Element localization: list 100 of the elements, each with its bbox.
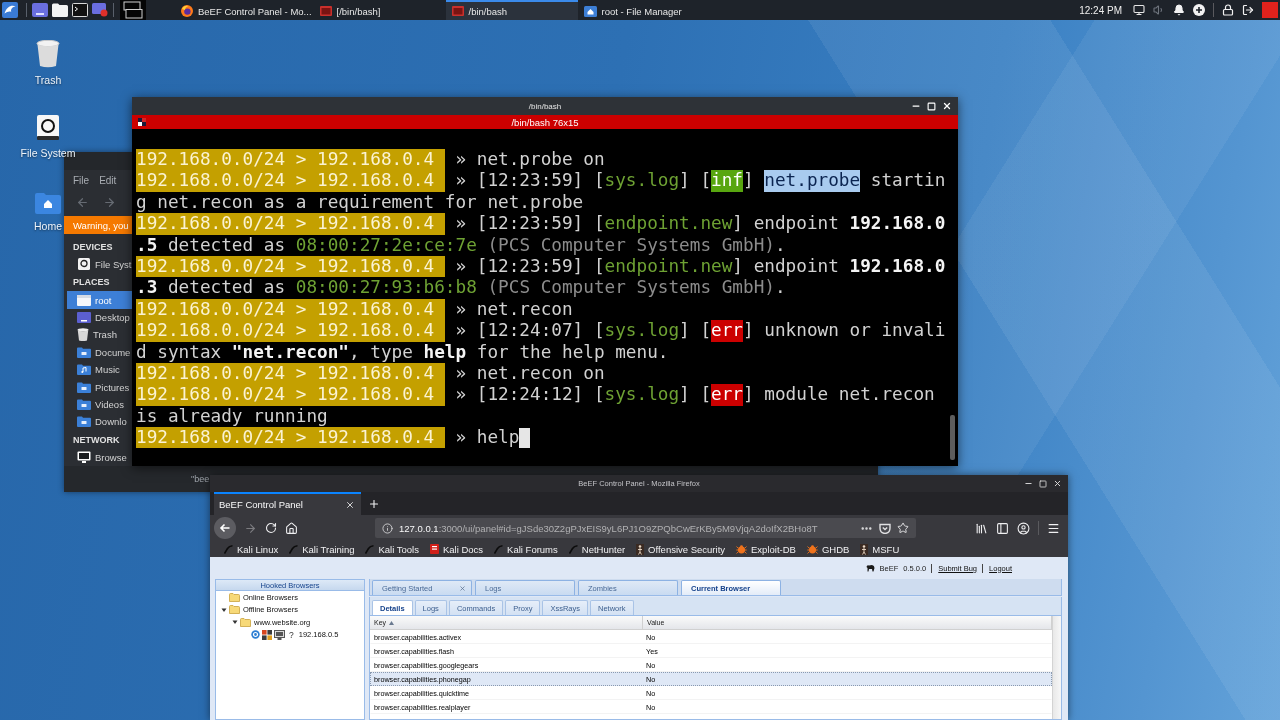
hardware-text: ? [288, 629, 295, 640]
expand-arrow-icon[interactable] [231, 619, 238, 626]
bookmark[interactable]: GHDB [806, 543, 850, 555]
plus-circle-icon[interactable] [1193, 4, 1205, 16]
section-header: PLACES [72, 276, 111, 290]
taskbar-button[interactable]: /bin/bash [445, 0, 578, 20]
sidebar-icon[interactable] [996, 521, 1009, 535]
sidebar-item[interactable]: Pictures [67, 378, 132, 396]
folder-icon [77, 346, 91, 358]
clock: 12:24 PM [1079, 4, 1122, 16]
bell-icon[interactable] [1173, 4, 1185, 16]
maximize-icon[interactable] [1039, 479, 1047, 488]
terminal-text: ] [743, 170, 755, 192]
trash-icon [77, 328, 89, 342]
drive-icon [77, 258, 91, 272]
library-icon[interactable] [975, 521, 988, 535]
screen-record-icon[interactable] [92, 3, 108, 17]
terminal-tab[interactable]: /bin/bash 76x15 [132, 115, 958, 129]
sidebar-item[interactable]: root [67, 291, 132, 309]
firefox-icon [181, 5, 193, 17]
shield-chevron-icon[interactable] [879, 522, 891, 534]
monitor-icon [274, 629, 285, 640]
bookmark[interactable]: Kali Training [289, 543, 355, 555]
folder-icon [240, 617, 251, 627]
desktop-icon-label[interactable]: Trash [34, 74, 62, 86]
shell-prompt: 192.168.0.0/24 > 192.168.0.4 [136, 255, 445, 278]
taskbar-button[interactable]: [/bin/bash] [313, 0, 446, 20]
checkered-icon [138, 118, 146, 126]
account-icon[interactable] [1017, 521, 1030, 535]
window-icon [451, 6, 464, 16]
bookmark[interactable]: Kali Docs [430, 543, 484, 555]
drive-icon[interactable] [36, 115, 60, 141]
close-icon[interactable] [345, 499, 355, 510]
bookmark[interactable]: Exploit-DB [736, 543, 796, 555]
sidebar-item[interactable]: Music [67, 360, 132, 379]
sidebar-item[interactable]: Browse [67, 448, 132, 466]
menu-item[interactable]: File [73, 174, 90, 186]
bookmark[interactable]: Kali Tools [365, 543, 419, 555]
trash-icon[interactable] [36, 40, 60, 68]
menu-icon[interactable] [1047, 521, 1060, 535]
taskbar-button[interactable]: root - File Manager [577, 0, 710, 20]
home-folder-icon[interactable] [35, 192, 61, 214]
log-level-badge: err [711, 384, 743, 406]
taskbar-button[interactable]: BeEF Control Panel - Mo... [175, 0, 314, 20]
folder-icon[interactable] [52, 3, 68, 17]
monitor-icon [77, 451, 91, 464]
bookmark[interactable]: NetHunter [568, 543, 626, 555]
sidebar-item[interactable]: Desktop [67, 308, 132, 327]
terminal-text: startin [869, 170, 946, 192]
reload-icon[interactable] [265, 522, 277, 534]
ring-icon [251, 630, 260, 640]
terminal-text: ] unknown or invali [743, 320, 946, 342]
browser-tab[interactable]: BeEF Control Panel [214, 492, 361, 515]
lock-icon[interactable] [1222, 4, 1234, 16]
sidebar-item[interactable]: Docume [67, 343, 132, 361]
expand-arrow-icon[interactable] [220, 606, 227, 613]
bookmark[interactable]: Kali Linux [224, 543, 279, 555]
log-level-badge: err [711, 320, 743, 342]
bookmark[interactable]: Kali Forums [494, 543, 558, 555]
section-header: DEVICES [72, 241, 114, 254]
terminal-icon[interactable] [72, 3, 88, 17]
window-title: /bin/bash [528, 101, 562, 111]
bookmark[interactable]: Offensive Security [636, 543, 726, 555]
swoosh-icon [224, 544, 233, 554]
workspace-switcher-icon[interactable] [120, 0, 146, 20]
bookmark[interactable]: MSFU [860, 543, 900, 555]
terminal-text: .3 detected as 08:00:27:93:b6:b8 (PCS Computer Systems GmbH). [136, 277, 786, 299]
logo-icon [865, 564, 875, 572]
star-icon[interactable] [897, 522, 909, 534]
sidebar-item[interactable]: Videos [67, 395, 132, 414]
app-menu-icon[interactable] [2, 2, 18, 18]
sidebar-item[interactable]: Downlo [67, 413, 132, 431]
shell-prompt: 192.168.0.0/24 > 192.168.0.4 [136, 427, 445, 449]
new-tab-icon[interactable] [368, 497, 380, 510]
home-icon[interactable] [285, 521, 298, 535]
shell-prompt: 192.168.0.0/24 > 192.168.0.4 [136, 384, 445, 406]
terminal-text: » [12:23:59] [endpoint.new] endpoint 192.168.0 [455, 255, 946, 278]
display-icon[interactable] [1133, 4, 1145, 16]
scrollbar-thumb[interactable] [950, 415, 955, 460]
sidebar-item[interactable]: Trash [67, 326, 132, 344]
desktop-icon [77, 311, 91, 323]
desktop-icon[interactable] [32, 3, 48, 17]
sidebar-item[interactable]: File Syst [67, 256, 132, 274]
swoosh-icon [568, 544, 578, 554]
shell-prompt: 192.168.0.0/24 > 192.168.0.4 [136, 149, 445, 171]
info-icon[interactable] [382, 522, 393, 534]
forward-icon[interactable] [244, 521, 257, 535]
logout-icon[interactable] [1242, 4, 1254, 16]
window-grid-icon [262, 629, 272, 640]
swoosh-icon [289, 544, 299, 554]
back-icon[interactable] [214, 517, 236, 539]
forward-icon[interactable] [103, 195, 116, 209]
desktop-icon-label[interactable]: Home [34, 220, 62, 232]
speaker-icon[interactable] [1153, 4, 1165, 16]
address-bar[interactable]: 127.0.0.1:3000/ui/panel#id=gJSde30Z2gPJxEIS9yL6PJ1O9ZPQbCwErKBy5M9VjqA2doIfX2BHo8T [375, 518, 916, 538]
bug-icon [806, 544, 818, 554]
desktop-icon-label[interactable]: File System [20, 147, 76, 159]
menu-item[interactable]: Edit [99, 174, 117, 186]
folder-icon [77, 416, 91, 428]
terminal-text: » net.probe on [455, 149, 605, 171]
